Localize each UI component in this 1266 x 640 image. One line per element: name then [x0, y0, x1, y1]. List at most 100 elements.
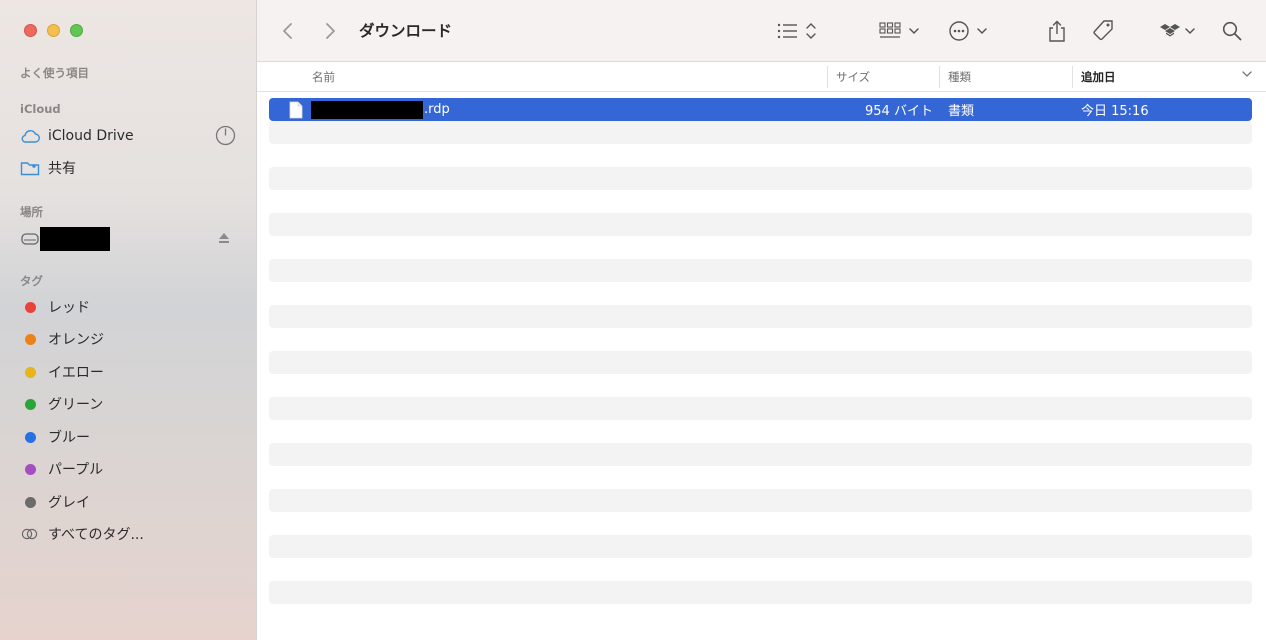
- sidebar-item-label: パープル: [48, 462, 104, 478]
- empty-row: [269, 328, 1252, 351]
- window-title: ダウンロード: [359, 22, 453, 40]
- orange-tag-dot-icon: [20, 333, 40, 345]
- share-button[interactable]: [1048, 18, 1066, 44]
- sidebar-item-tag-gray[interactable]: グレイ: [20, 489, 242, 515]
- empty-row: [269, 420, 1252, 443]
- zoom-window-button[interactable]: [70, 24, 83, 37]
- group-by-button[interactable]: [879, 18, 923, 44]
- column-divider[interactable]: [939, 66, 940, 88]
- sync-progress-icon[interactable]: [215, 125, 236, 150]
- sidebar-item-label: すべてのタグ...: [48, 527, 144, 543]
- sidebar-item-tag-red[interactable]: レッド: [20, 294, 242, 320]
- sidebar-item-tag-orange[interactable]: オレンジ: [20, 326, 242, 352]
- gray-tag-dot-icon: [20, 496, 40, 508]
- shared-folder-icon: [20, 160, 40, 176]
- close-window-button[interactable]: [24, 24, 37, 37]
- cloud-icon: [20, 129, 40, 143]
- file-list: .rdp 954 バイト 書類 今日 15:16: [269, 98, 1252, 627]
- sort-chevron-down-icon[interactable]: [1241, 68, 1253, 83]
- column-header-kind[interactable]: 種類: [948, 69, 971, 85]
- empty-row: [269, 236, 1252, 259]
- redacted-file-name: [311, 100, 423, 119]
- empty-row: [269, 535, 1252, 558]
- sidebar-item-icloud-drive[interactable]: iCloud Drive: [20, 123, 242, 149]
- minimize-window-button[interactable]: [47, 24, 60, 37]
- window-controls: [24, 24, 83, 37]
- blue-tag-dot-icon: [20, 431, 40, 443]
- chevron-left-icon: [283, 23, 292, 39]
- section-title-favorites: よく使う項目: [20, 66, 89, 80]
- file-row-selected[interactable]: .rdp 954 バイト 書類 今日 15:16: [269, 98, 1252, 121]
- sidebar-item-shared[interactable]: 共有: [20, 155, 242, 181]
- file-date-added: 今日 15:16: [1081, 104, 1149, 119]
- action-menu-button[interactable]: [948, 18, 992, 44]
- file-name: .rdp: [291, 100, 450, 119]
- all-tags-icon: [20, 528, 40, 540]
- sidebar-item-label: グリーン: [48, 397, 104, 413]
- more-ellipsis-icon: [949, 21, 987, 41]
- empty-row: [269, 558, 1252, 581]
- sidebar-item-label: オレンジ: [48, 332, 104, 348]
- column-divider[interactable]: [1072, 66, 1073, 88]
- column-header-size[interactable]: サイズ: [836, 69, 870, 85]
- tag-button[interactable]: [1091, 18, 1115, 44]
- section-title-icloud: iCloud: [20, 102, 61, 116]
- grid-icon: [879, 22, 919, 38]
- sidebar-item-label: iCloud Drive: [48, 128, 134, 144]
- dropbox-icon: [1160, 24, 1195, 37]
- empty-row: [269, 121, 1252, 144]
- empty-row: [269, 466, 1252, 489]
- sidebar-item-tag-blue[interactable]: ブルー: [20, 424, 242, 450]
- empty-row: [269, 259, 1252, 282]
- file-kind: 書類: [948, 104, 975, 119]
- sidebar-item-label: 共有: [48, 161, 76, 177]
- empty-row: [269, 581, 1252, 604]
- file-size: 954 バイト: [865, 104, 933, 119]
- column-divider[interactable]: [827, 66, 828, 88]
- search-button[interactable]: [1222, 18, 1242, 44]
- sidebar-item-label: イエロー: [48, 365, 104, 381]
- empty-row: [269, 190, 1252, 213]
- search-icon: [1222, 21, 1242, 41]
- empty-row: [269, 489, 1252, 512]
- empty-row: [269, 305, 1252, 328]
- sidebar-item-all-tags[interactable]: すべてのタグ...: [20, 521, 242, 547]
- section-title-locations: 場所: [20, 205, 43, 219]
- sidebar-item-disk[interactable]: [20, 226, 242, 252]
- purple-tag-dot-icon: [20, 463, 40, 475]
- file-name-extension: .rdp: [424, 102, 450, 117]
- empty-row: [269, 443, 1252, 466]
- tag-icon: [1093, 20, 1113, 41]
- empty-row: [269, 351, 1252, 374]
- sidebar-item-label: ブルー: [48, 430, 90, 446]
- dropbox-button[interactable]: [1160, 18, 1200, 44]
- empty-row: [269, 144, 1252, 167]
- sidebar-item-tag-purple[interactable]: パープル: [20, 456, 242, 482]
- sidebar-item-tag-yellow[interactable]: イエロー: [20, 359, 242, 385]
- empty-row: [269, 213, 1252, 236]
- back-button[interactable]: [281, 18, 295, 44]
- section-title-tags: タグ: [20, 274, 43, 288]
- empty-row: [269, 167, 1252, 190]
- view-mode-list-button[interactable]: [777, 18, 821, 44]
- empty-row: [269, 282, 1252, 305]
- redacted-disk-name: [40, 227, 110, 251]
- column-header-name[interactable]: 名前: [312, 69, 335, 85]
- chevron-right-icon: [326, 23, 335, 39]
- forward-button[interactable]: [323, 18, 337, 44]
- empty-row: [269, 604, 1252, 627]
- sidebar-item-tag-green[interactable]: グリーン: [20, 391, 242, 417]
- column-header-date-added[interactable]: 追加日: [1081, 69, 1116, 85]
- green-tag-dot-icon: [20, 398, 40, 410]
- empty-row: [269, 374, 1252, 397]
- eject-icon[interactable]: [218, 232, 230, 248]
- yellow-tag-dot-icon: [20, 366, 40, 378]
- red-tag-dot-icon: [20, 301, 40, 313]
- disk-icon: [20, 233, 40, 245]
- sidebar-item-label: グレイ: [48, 495, 90, 511]
- sidebar: よく使う項目 iCloud iCloud Drive 共有 場所 タグ レッド …: [0, 0, 257, 640]
- column-header: 名前 サイズ 種類 追加日: [257, 62, 1266, 92]
- share-icon: [1049, 20, 1065, 42]
- toolbar: ダウンロード: [257, 0, 1266, 62]
- empty-row: [269, 512, 1252, 535]
